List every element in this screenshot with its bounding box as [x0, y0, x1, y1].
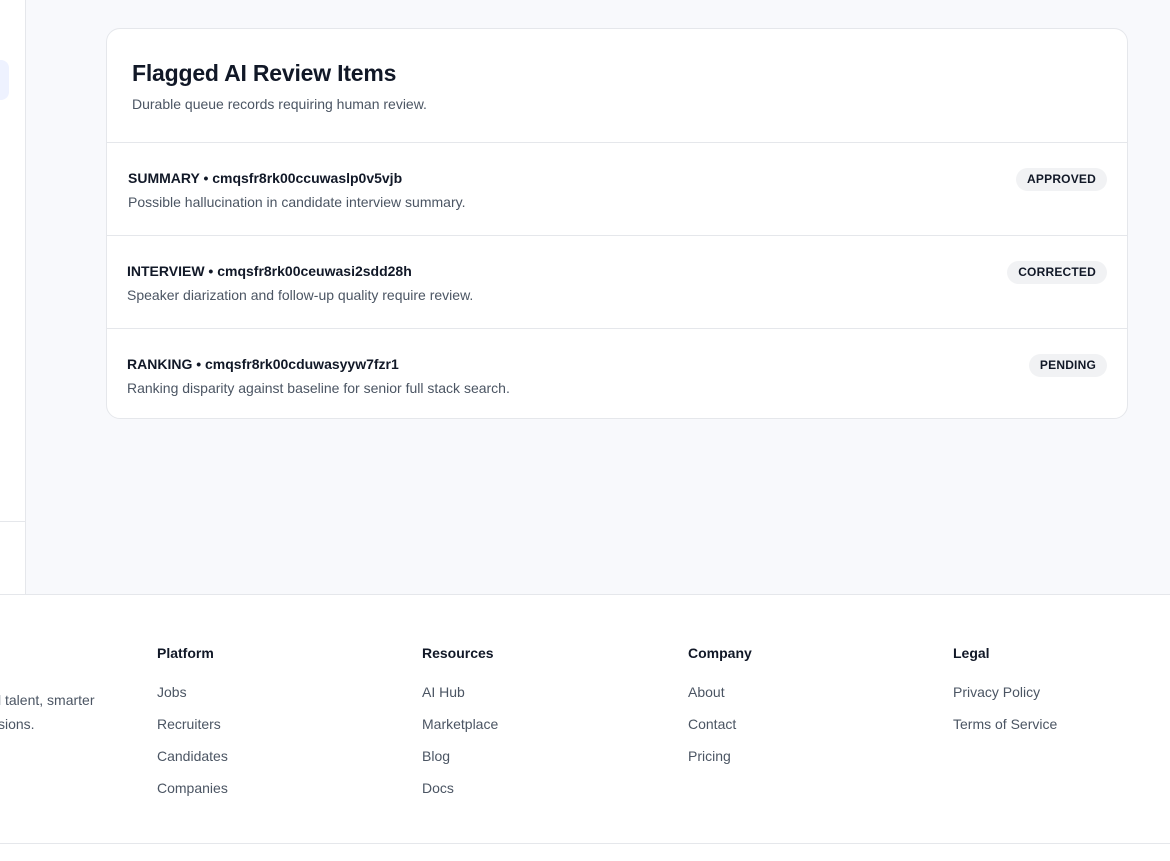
flagged-review-card: Flagged AI Review Items Durable queue re…	[106, 28, 1128, 419]
review-item-description: Possible hallucination in candidate inte…	[128, 194, 466, 210]
footer-link-contact[interactable]: Contact	[688, 715, 752, 747]
site-footer: l talent, smarter sions. Platform Jobs R…	[0, 594, 1170, 861]
footer-divider	[0, 843, 1170, 844]
footer-link-blog[interactable]: Blog	[422, 747, 498, 779]
review-item[interactable]: SUMMARY • cmqsfr8rk00ccuwaslp0v5vjb Poss…	[107, 143, 1127, 236]
card-title: Flagged AI Review Items	[132, 60, 397, 86]
review-item-title: SUMMARY • cmqsfr8rk00ccuwaslp0v5vjb	[128, 170, 403, 186]
status-badge: PENDING	[1028, 354, 1107, 377]
footer-link-pricing[interactable]: Pricing	[688, 747, 752, 779]
footer-link-privacy-policy[interactable]: Privacy Policy	[953, 683, 1057, 715]
sidebar-divider	[0, 521, 25, 522]
review-item-description: Speaker diarization and follow-up qualit…	[127, 287, 474, 303]
review-item[interactable]: INTERVIEW • cmqsfr8rk00ceuwasi2sdd28h Sp…	[107, 236, 1127, 329]
footer-link-recruiters[interactable]: Recruiters	[157, 715, 228, 747]
review-item[interactable]: RANKING • cmqsfr8rk00cduwasyyw7fzr1 Rank…	[107, 329, 1127, 418]
footer-link-ai-hub[interactable]: AI Hub	[422, 683, 498, 715]
sidebar-active-item[interactable]	[0, 60, 9, 100]
footer-column-heading: Platform	[157, 645, 214, 661]
review-item-title: INTERVIEW • cmqsfr8rk00ceuwasi2sdd28h	[127, 263, 412, 279]
card-header: Flagged AI Review Items Durable queue re…	[107, 29, 1127, 143]
footer-link-jobs[interactable]: Jobs	[157, 683, 228, 715]
footer-column-resources: Resources AI Hub Marketplace Blog Docs	[422, 645, 498, 811]
status-badge: APPROVED	[1016, 168, 1107, 191]
footer-column-heading: Company	[688, 645, 752, 661]
footer-column-heading: Legal	[953, 645, 990, 661]
card-subtitle: Durable queue records requiring human re…	[132, 96, 427, 112]
footer-link-terms-of-service[interactable]: Terms of Service	[953, 715, 1057, 747]
sidebar	[0, 0, 26, 594]
footer-column-heading: Resources	[422, 645, 494, 661]
footer-link-about[interactable]: About	[688, 683, 752, 715]
main-area: Flagged AI Review Items Durable queue re…	[0, 0, 1170, 594]
footer-column-platform: Platform Jobs Recruiters Candidates Comp…	[157, 645, 228, 811]
footer-link-marketplace[interactable]: Marketplace	[422, 715, 498, 747]
status-badge: CORRECTED	[1007, 261, 1107, 284]
footer-column-company: Company About Contact Pricing	[688, 645, 752, 779]
footer-link-candidates[interactable]: Candidates	[157, 747, 228, 779]
footer-column-legal: Legal Privacy Policy Terms of Service	[953, 645, 1057, 747]
review-item-description: Ranking disparity against baseline for s…	[127, 380, 510, 396]
review-item-title: RANKING • cmqsfr8rk00cduwasyyw7fzr1	[127, 356, 399, 372]
footer-link-docs[interactable]: Docs	[422, 779, 498, 811]
footer-link-companies[interactable]: Companies	[157, 779, 228, 811]
